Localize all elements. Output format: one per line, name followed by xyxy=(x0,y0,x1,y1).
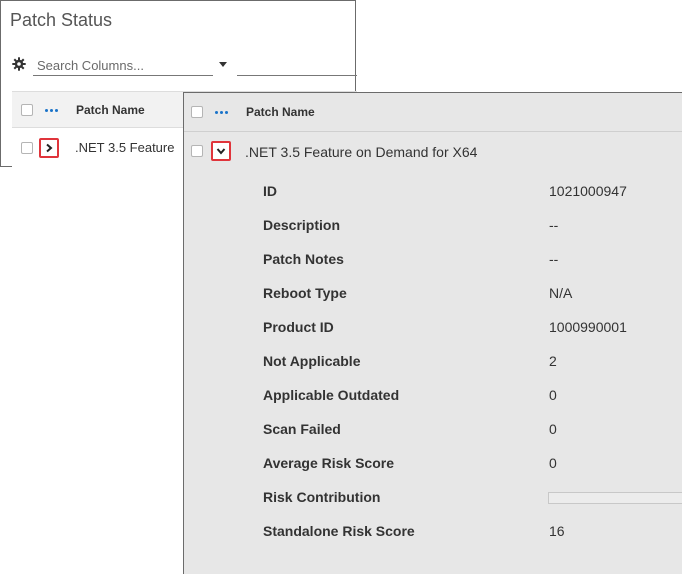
more-dots-icon[interactable] xyxy=(45,109,58,112)
detail-label: Not Applicable xyxy=(263,353,361,369)
detail-label: Applicable Outdated xyxy=(263,387,400,403)
detail-row-average-risk-score: Average Risk Score 0 xyxy=(184,447,682,481)
select-all-checkbox[interactable] xyxy=(191,106,203,118)
column-header-patch-name[interactable]: Patch Name xyxy=(76,103,145,117)
search-input[interactable] xyxy=(33,56,213,75)
chevron-down-icon xyxy=(216,148,226,155)
detail-value: 2 xyxy=(549,353,557,369)
chevron-right-icon xyxy=(46,143,53,153)
detail-label: Description xyxy=(263,217,341,233)
row-checkbox[interactable] xyxy=(21,142,33,154)
caret-down-icon[interactable] xyxy=(219,62,227,67)
table-header: Patch Name xyxy=(184,93,682,132)
detail-value: 0 xyxy=(549,421,557,437)
search-field xyxy=(33,56,213,76)
detail-value: 0 xyxy=(549,387,557,403)
detail-row-product-id: Product ID 1000990001 xyxy=(184,311,682,345)
detail-value: 16 xyxy=(549,523,565,539)
detail-row-description: Description -- xyxy=(184,209,682,243)
detail-row-reboot-type: Reboot Type N/A xyxy=(184,277,682,311)
detail-row-standalone-risk-score: Standalone Risk Score 16 xyxy=(184,515,682,549)
expand-row-button[interactable] xyxy=(39,138,59,158)
expanded-detail-panel: Patch Name .NET 3.5 Feature on Demand fo… xyxy=(183,92,682,574)
detail-value: 0 xyxy=(549,455,557,471)
filter-input[interactable] xyxy=(237,75,357,76)
select-all-checkbox[interactable] xyxy=(21,104,33,116)
detail-label: Reboot Type xyxy=(263,285,347,301)
detail-row-patch-notes: Patch Notes -- xyxy=(184,243,682,277)
detail-row-id: ID 1021000947 xyxy=(184,175,682,209)
detail-row-applicable-outdated: Applicable Outdated 0 xyxy=(184,379,682,413)
detail-label: ID xyxy=(263,183,277,199)
page-title: Patch Status xyxy=(10,10,113,30)
detail-row-risk-contribution: Risk Contribution xyxy=(184,481,682,515)
table-row-expanded: .NET 3.5 Feature on Demand for X64 xyxy=(184,133,682,171)
detail-value: N/A xyxy=(549,285,573,301)
table-toolbar xyxy=(12,56,357,76)
detail-row-not-applicable: Not Applicable 2 xyxy=(184,345,682,379)
patch-name-cell: .NET 3.5 Feature xyxy=(75,140,175,155)
detail-label: Scan Failed xyxy=(263,421,341,437)
detail-value: 1000990001 xyxy=(549,319,627,335)
detail-row-scan-failed: Scan Failed 0 xyxy=(184,413,682,447)
detail-label: Standalone Risk Score xyxy=(263,523,415,539)
detail-value: -- xyxy=(549,217,559,233)
detail-label: Patch Notes xyxy=(263,251,344,267)
detail-label: Product ID xyxy=(263,319,334,335)
detail-value: -- xyxy=(549,251,559,267)
risk-contribution-bar xyxy=(548,492,682,504)
detail-label: Risk Contribution xyxy=(263,489,381,505)
row-checkbox[interactable] xyxy=(191,145,203,157)
detail-value: 1021000947 xyxy=(549,183,627,199)
more-dots-icon[interactable] xyxy=(215,111,228,114)
column-header-patch-name[interactable]: Patch Name xyxy=(246,105,315,119)
detail-label: Average Risk Score xyxy=(263,455,394,471)
patch-name-cell: .NET 3.5 Feature on Demand for X64 xyxy=(245,144,478,160)
patch-details: ID 1021000947 Description -- Patch Notes… xyxy=(184,175,682,549)
collapse-row-button[interactable] xyxy=(211,141,231,161)
gear-icon[interactable] xyxy=(12,57,26,71)
